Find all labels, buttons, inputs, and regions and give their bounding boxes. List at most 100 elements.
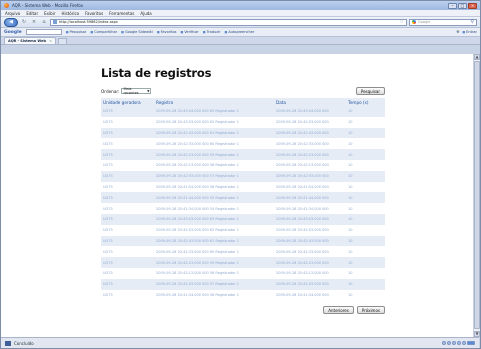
search-icon[interactable]: ⚲ <box>470 19 474 25</box>
cell-time: 10 <box>348 149 385 160</box>
column-header-time[interactable]: Tempo (s) <box>348 98 385 106</box>
extension-icon[interactable] <box>467 341 475 345</box>
toolbar-translate[interactable]: Traduzir <box>203 30 221 34</box>
addon-icon[interactable] <box>452 341 456 345</box>
scroll-up-icon[interactable]: ▲ <box>474 54 480 60</box>
toolbar-autofill[interactable]: Autopreencher <box>224 30 254 34</box>
cell-time: 10 <box>348 192 385 204</box>
table-row[interactable]: UG75 2009-09-28 20:42:03.000 000 57 Regis… <box>101 278 385 290</box>
vertical-scrollbar[interactable]: ▲ ▼ <box>473 54 480 337</box>
chevron-down-icon: ▼ <box>147 89 150 93</box>
menu-tools[interactable]: Ferramentas <box>109 11 134 16</box>
cell-record[interactable]: 2009-09-28 20:43:04.000 000 63 Registrad… <box>156 106 276 117</box>
cell-record[interactable]: 2009-09-28 20:42:03.000 000 57 Registrad… <box>156 170 276 182</box>
previous-button[interactable]: Anteriores <box>323 306 354 315</box>
addon-icon[interactable] <box>462 341 466 345</box>
cell-time: 10 <box>348 138 385 150</box>
table-row[interactable]: UG75 2009-09-28 20:42:13.000 000 58 Regis… <box>101 159 385 171</box>
cell-record[interactable]: 2009-09-28 20:41:54.000 000 56 Registrad… <box>156 289 276 301</box>
table-row[interactable]: UG75 2009-09-28 20:42:43.000 000 61 Regis… <box>101 235 385 247</box>
cell-unit: UG75 <box>101 106 156 117</box>
cell-date: 2009-09-28 20:41:54.000 000 <box>276 181 348 193</box>
window-title: AQR - Sistema Web - Mozilla Firefox <box>12 3 83 8</box>
toolbar-sidewiki[interactable]: Google Sidewiki <box>121 30 153 34</box>
toolbar-search[interactable]: Pesquisar <box>66 30 87 34</box>
addon-icon[interactable] <box>442 341 446 345</box>
cell-record[interactable]: 2009-09-28 20:42:33.000 000 60 Registrad… <box>156 246 276 258</box>
table-row[interactable]: UG75 2009-09-28 20:41:54.000 000 56 Regis… <box>101 181 385 193</box>
addon-icon[interactable] <box>447 341 451 345</box>
back-button[interactable]: ◀ <box>4 17 18 27</box>
close-window-button[interactable]: × <box>468 2 477 9</box>
toolbar-bookmarks[interactable]: Favoritos <box>157 30 177 34</box>
cell-record[interactable]: 2009-09-28 20:41:54.000 000 56 Registrad… <box>156 181 276 193</box>
menu-history[interactable]: Histórico <box>61 11 79 16</box>
table-row[interactable]: UG75 2009-09-28 20:41:54.000 000 56 Regis… <box>101 289 385 301</box>
cell-date: 2009-09-28 20:42:03.000 000 <box>276 278 348 290</box>
table-row[interactable]: UG75 2009-09-28 20:42:43.000 000 61 Regis… <box>101 127 385 139</box>
toolbar-signin[interactable]: Entrar <box>462 30 477 34</box>
page-content: Lista de registros Ordenar: Mais recente… <box>1 54 473 337</box>
table-row[interactable]: UG75 2009-09-28 20:42:33.000 000 60 Regis… <box>101 138 385 150</box>
cell-record[interactable]: 2009-09-28 20:42:53.000 000 62 Registrad… <box>156 224 276 236</box>
maximize-button[interactable]: □ <box>458 2 467 9</box>
tab-close-icon[interactable]: × <box>49 39 52 43</box>
column-header-date[interactable]: Data <box>276 98 348 106</box>
search-box[interactable]: Google ⚲ <box>409 18 477 26</box>
menu-bookmarks[interactable]: Favoritos <box>85 11 103 16</box>
cell-record[interactable]: 2009-09-28 20:43:53.000 000 62 Registrad… <box>156 116 276 128</box>
cell-record[interactable]: 2009-09-28 20:42:43.000 000 61 Registrad… <box>156 127 276 139</box>
toolbar-check[interactable]: Verificar <box>180 30 198 34</box>
cell-record[interactable]: 2009-09-28 20:41:34.000 000 54 Registrad… <box>156 203 276 214</box>
order-select[interactable]: Mais recentes ▼ <box>121 87 152 95</box>
table-row[interactable]: UG75 2009-09-28 20:42:23.000 000 59 Regis… <box>101 149 385 160</box>
cell-record[interactable]: 2009-09-28 20:43:03.000 000 63 Registrad… <box>156 213 276 225</box>
next-button[interactable]: Próximos <box>356 306 385 315</box>
table-row[interactable]: UG75 2009-09-28 20:42:53.000 000 62 Regis… <box>101 224 385 236</box>
cell-record[interactable]: 2009-09-28 20:41:44.000 000 55 Registrad… <box>156 192 276 204</box>
bookmark-star-icon[interactable]: ☆ <box>400 19 404 25</box>
menu-view[interactable]: Exibir <box>44 11 55 16</box>
cell-record[interactable]: 2009-09-28 20:42:13.000 000 58 Registrad… <box>156 267 276 279</box>
addon-icon[interactable] <box>457 341 461 345</box>
table-row[interactable]: UG75 2009-09-28 20:42:23.000 000 59 Regis… <box>101 257 385 268</box>
cell-record[interactable]: 2009-09-28 20:42:33.000 000 60 Registrad… <box>156 138 276 150</box>
menu-file[interactable]: Arquivo <box>5 11 20 16</box>
table-row[interactable]: UG75 2009-09-28 20:42:03.000 000 57 Regis… <box>101 170 385 182</box>
table-row[interactable]: UG75 2009-09-28 20:43:03.000 000 63 Regis… <box>101 213 385 225</box>
menu-help[interactable]: Ajuda <box>140 11 151 16</box>
new-tab-button[interactable] <box>58 38 67 44</box>
toolbar-share[interactable]: Compartilhar <box>90 30 117 34</box>
toolbar-search-input[interactable] <box>25 29 62 35</box>
google-toolbar-logo: Google <box>4 29 22 35</box>
cell-record[interactable]: 2009-09-28 20:42:23.000 000 59 Registrad… <box>156 149 276 160</box>
tab-bar: AQR - Sistema Web × <box>1 37 480 45</box>
cell-unit: UG75 <box>101 170 156 182</box>
wrench-icon[interactable]: ⚒ <box>456 30 459 34</box>
search-button[interactable]: Pesquisar <box>355 87 385 95</box>
table-row[interactable]: UG75 2009-09-28 20:41:34.000 000 54 Regis… <box>101 203 385 214</box>
column-header-record[interactable]: Registro <box>156 98 276 106</box>
cell-record[interactable]: 2009-09-28 20:42:23.000 000 59 Registrad… <box>156 257 276 268</box>
cell-record[interactable]: 2009-09-28 20:42:03.000 000 57 Registrad… <box>156 278 276 290</box>
cell-record[interactable]: 2009-09-28 20:42:43.000 000 61 Registrad… <box>156 235 276 247</box>
google-toolbar: Google Pesquisar Compartilhar Google Sid… <box>1 28 480 37</box>
table-row[interactable]: UG75 2009-09-28 20:42:33.000 000 60 Regis… <box>101 246 385 258</box>
table-row[interactable]: UG75 2009-09-28 20:43:53.000 000 62 Regis… <box>101 116 385 128</box>
stop-icon[interactable]: × <box>30 19 38 26</box>
cell-unit: UG75 <box>101 116 156 128</box>
column-header-unit[interactable]: Unidade geradora <box>101 98 156 106</box>
cell-unit: UG75 <box>101 203 156 214</box>
scroll-thumb[interactable] <box>474 61 480 329</box>
minimize-button[interactable]: – <box>448 2 457 9</box>
cell-record[interactable]: 2009-09-28 20:42:13.000 000 58 Registrad… <box>156 159 276 171</box>
tab-active[interactable]: AQR - Sistema Web × <box>4 37 56 44</box>
reload-icon[interactable]: ↻ <box>20 19 28 26</box>
menu-edit[interactable]: Editar <box>26 11 38 16</box>
home-icon[interactable]: ⌂ <box>40 19 48 26</box>
table-row[interactable]: UG75 2009-09-28 20:42:13.000 000 58 Regis… <box>101 267 385 279</box>
cell-time: 10 <box>348 278 385 290</box>
address-bar[interactable]: http://localhost:59862/index.aspx ☆ <box>50 18 407 26</box>
table-row[interactable]: UG75 2009-09-28 20:41:44.000 000 55 Regis… <box>101 192 385 204</box>
table-row[interactable]: UG75 2009-09-28 20:43:04.000 000 63 Regis… <box>101 106 385 117</box>
